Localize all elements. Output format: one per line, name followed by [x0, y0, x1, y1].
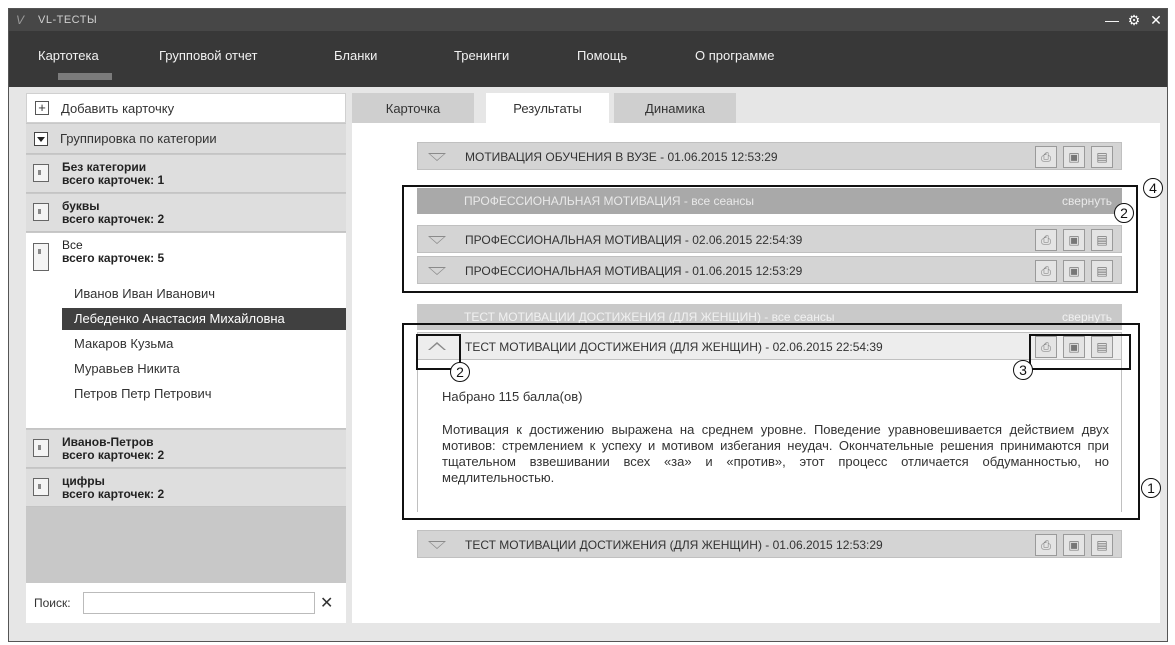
category-count: всего карточек: 2	[62, 487, 165, 501]
category-item[interactable]: Иванов-Петров всего карточек: 2	[26, 430, 346, 468]
search-bar: Поиск: ✕	[26, 583, 346, 623]
close-icon[interactable]: ✕	[1145, 9, 1167, 31]
category-name: цифры	[62, 474, 105, 488]
row-actions: ⎙ ▣ ▤	[1035, 146, 1113, 168]
folder-icon	[33, 164, 49, 182]
app-root: V VL-ТЕСТЫ — ⚙ ✕ Картотека Групповой отч…	[0, 0, 1175, 645]
search-input[interactable]	[83, 592, 315, 614]
window-title: VL-ТЕСТЫ	[38, 14, 98, 26]
menu-item-group-report[interactable]: Групповой отчет	[159, 48, 258, 63]
group-title: ТЕСТ МОТИВАЦИИ ДОСТИЖЕНИЯ (ДЛЯ ЖЕНЩИН) -…	[464, 310, 835, 324]
tab-results[interactable]: Результаты	[486, 93, 609, 123]
menu-item-trainings[interactable]: Тренинги	[454, 48, 509, 63]
list-item[interactable]: Петров Петр Петрович	[62, 383, 346, 405]
active-menu-indicator	[58, 73, 112, 80]
callout-number: 4	[1143, 178, 1163, 198]
result-row[interactable]: ТЕСТ МОТИВАЦИИ ДОСТИЖЕНИЯ (ДЛЯ ЖЕНЩИН) -…	[417, 530, 1122, 558]
expand-chevron-icon[interactable]	[428, 153, 446, 161]
category-name: буквы	[62, 199, 100, 213]
category-count: всего карточек: 2	[62, 212, 165, 226]
expand-chevron-icon[interactable]	[428, 541, 446, 549]
menu-item-forms[interactable]: Бланки	[334, 48, 377, 63]
category-item[interactable]: буквы всего карточек: 2	[26, 194, 346, 232]
minimize-icon[interactable]: —	[1101, 9, 1123, 31]
menu-item-about[interactable]: О программе	[695, 48, 775, 63]
printer-icon[interactable]: ⎙	[1035, 534, 1057, 556]
category-name: Без категории	[62, 160, 147, 174]
menu-item-cards[interactable]: Картотека	[38, 48, 99, 63]
search-label: Поиск:	[34, 596, 71, 610]
folder-icon	[33, 203, 49, 221]
plus-icon: +	[35, 101, 49, 115]
annotation-box-group	[402, 185, 1138, 293]
floppy-icon[interactable]: ▣	[1063, 146, 1085, 168]
title-bar: V VL-ТЕСТЫ — ⚙ ✕	[9, 9, 1167, 31]
list-item[interactable]: Муравьев Никита	[62, 358, 346, 380]
printer-icon[interactable]: ⎙	[1035, 146, 1057, 168]
folder-icon	[33, 439, 49, 457]
list-item[interactable]: Иванов Иван Иванович	[62, 283, 346, 305]
floppy-icon[interactable]: ▣	[1063, 534, 1085, 556]
group-by-category-toggle[interactable]: Группировка по категории	[26, 124, 346, 154]
list-item[interactable]: Макаров Кузьма	[62, 333, 346, 355]
result-title: МОТИВАЦИЯ ОБУЧЕНИЯ В ВУЗЕ - 01.06.2015 1…	[465, 150, 778, 164]
card-list-panel: + Добавить карточку Группировка по катег…	[26, 93, 346, 623]
clear-search-icon[interactable]: ✕	[320, 593, 333, 613]
category-count: всего карточек: 1	[62, 173, 165, 187]
category-name: Все	[62, 238, 83, 252]
window-controls: — ⚙ ✕	[1101, 9, 1167, 31]
callout-number: 3	[1013, 360, 1033, 380]
add-card-button[interactable]: + Добавить карточку	[26, 93, 346, 123]
result-row[interactable]: МОТИВАЦИЯ ОБУЧЕНИЯ В ВУЗЕ - 01.06.2015 1…	[417, 142, 1122, 170]
callout-number: 2	[1114, 203, 1134, 223]
callout-number: 2	[450, 362, 470, 382]
gear-icon[interactable]: ⚙	[1123, 9, 1145, 31]
add-card-label: Добавить карточку	[61, 100, 175, 116]
trash-icon[interactable]: ▤	[1091, 146, 1113, 168]
folder-icon	[33, 478, 49, 496]
tab-dynamics[interactable]: Динамика	[614, 93, 736, 123]
category-count: всего карточек: 5	[62, 251, 165, 265]
app-logo-icon: V	[16, 13, 25, 27]
category-item[interactable]: цифры всего карточек: 2	[26, 469, 346, 507]
result-title: ТЕСТ МОТИВАЦИИ ДОСТИЖЕНИЯ (ДЛЯ ЖЕНЩИН) -…	[465, 538, 883, 552]
category-item[interactable]: Без категории всего карточек: 1	[26, 155, 346, 193]
category-name: Иванов-Петров	[62, 435, 154, 449]
row-actions: ⎙ ▣ ▤	[1035, 534, 1113, 556]
dropdown-toggle-icon[interactable]	[34, 131, 48, 146]
group-by-category-label: Группировка по категории	[60, 131, 217, 146]
annotation-box-actions	[1029, 334, 1131, 370]
tab-card[interactable]: Карточка	[352, 93, 474, 123]
category-count: всего карточек: 2	[62, 448, 165, 462]
list-item-selected[interactable]: Лебеденко Анастасия Михайловна	[62, 308, 346, 330]
trash-icon[interactable]: ▤	[1091, 534, 1113, 556]
main-menu: Картотека Групповой отчет Бланки Тренинг…	[9, 31, 1167, 87]
menu-item-help[interactable]: Помощь	[577, 48, 627, 63]
callout-number: 1	[1141, 478, 1161, 498]
collapse-link[interactable]: свернуть	[1062, 310, 1112, 324]
tab-bar: Карточка Результаты Динамика	[352, 93, 1160, 123]
category-item-open[interactable]: Все всего карточек: 5 Иванов Иван Иванов…	[26, 233, 346, 429]
open-folder-icon	[33, 243, 49, 271]
